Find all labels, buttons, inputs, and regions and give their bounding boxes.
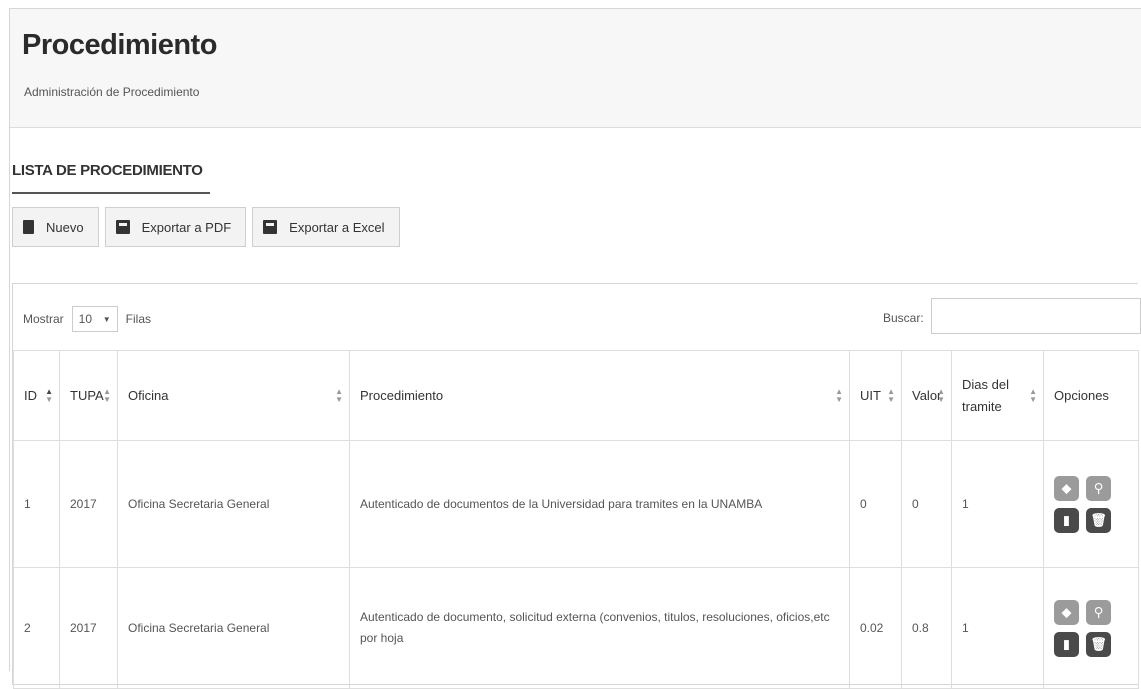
sort-icon: ▲ ▼: [335, 386, 343, 404]
column-label: ID: [24, 388, 37, 403]
sort-icon: ▲ ▼: [835, 386, 843, 404]
cell-dias: 1: [951, 567, 1044, 689]
rows-suffix: Filas: [125, 312, 152, 326]
search-button[interactable]: ⚲: [1086, 475, 1111, 501]
sort-icon: ▲ ▼: [103, 386, 111, 404]
column-header-procedimiento[interactable]: Procedimiento ▲ ▼: [349, 350, 850, 441]
sort-icon: ▲ ▼: [1029, 386, 1037, 404]
cell-procedimiento: Autenticado de documentos de la Universi…: [349, 440, 850, 568]
cell-procedimiento: Autenticado de documento, solicitud exte…: [349, 567, 850, 689]
tag-icon: ◆: [1061, 480, 1072, 496]
new-button-label: Nuevo: [46, 219, 84, 235]
page-subtitle: Administración de Procedimiento: [24, 85, 200, 99]
page-header: Procedimiento Administración de Procedim…: [10, 9, 1141, 128]
tag-icon: ◆: [1061, 604, 1072, 620]
table-row: 1 2017 Oficina Secretaria General Autent…: [13, 440, 1139, 568]
tag-button[interactable]: ◆: [1054, 599, 1079, 625]
cell-id: 2: [13, 567, 60, 689]
column-header-dias[interactable]: Dias del tramite ▲ ▼: [951, 350, 1044, 441]
sort-icon: ▲ ▼: [45, 386, 53, 404]
cell-tupa: 2017: [59, 440, 118, 568]
column-header-valor[interactable]: Valor ▲ ▼: [901, 350, 952, 441]
export-excel-button[interactable]: Exportar a Excel: [252, 207, 400, 247]
show-label: Mostrar: [23, 312, 64, 326]
cell-tupa: 2017: [59, 567, 118, 689]
table-row: 2 2017 Oficina Secretaria General Autent…: [13, 567, 1139, 689]
search-input[interactable]: [931, 298, 1141, 334]
row-actions: ◆ ⚲ ▮ 🗑: [1054, 599, 1128, 657]
row-actions: ◆ ⚲ ▮ 🗑: [1054, 475, 1128, 533]
rows-per-page-select[interactable]: 10 ▼: [71, 306, 118, 332]
rows-length-control: Mostrar 10 ▼ Filas: [23, 306, 151, 332]
file-icon: [115, 220, 130, 234]
new-button[interactable]: Nuevo: [12, 207, 99, 247]
trash-icon: 🗑: [1090, 636, 1107, 652]
sort-icon: ▲ ▼: [937, 386, 945, 404]
column-header-opciones: Opciones: [1043, 350, 1139, 441]
export-pdf-button[interactable]: Exportar a PDF: [104, 207, 247, 247]
table-panel: Mostrar 10 ▼ Filas Buscar: ID ▲ ▼ TUPA ▲ ▼: [12, 283, 1141, 689]
view-button[interactable]: ▮: [1054, 631, 1079, 657]
export-excel-label: Exportar a Excel: [289, 219, 385, 235]
column-label: Oficina: [128, 388, 169, 403]
column-header-id[interactable]: ID ▲ ▼: [13, 350, 60, 441]
cell-valor: 0: [901, 440, 952, 568]
rows-per-page-value: 10: [78, 312, 93, 326]
cell-opciones: ◆ ⚲ ▮ 🗑: [1043, 567, 1139, 689]
cell-valor: 0.8: [901, 567, 952, 689]
cell-id: 1: [13, 440, 60, 568]
export-pdf-label: Exportar a PDF: [141, 219, 232, 235]
tag-button[interactable]: ◆: [1054, 475, 1079, 501]
cell-dias: 1: [951, 440, 1044, 568]
delete-button[interactable]: 🗑: [1086, 631, 1111, 657]
column-label: UIT: [860, 388, 881, 403]
cell-uit: 0.02: [849, 567, 902, 689]
book-icon: [23, 220, 34, 234]
procedures-table: ID ▲ ▼ TUPA ▲ ▼ Oficina ▲ ▼ Procedimiento ▲…: [13, 350, 1139, 689]
search-label: Buscar:: [883, 311, 924, 325]
search-button[interactable]: ⚲: [1086, 599, 1111, 625]
book-icon: ▮: [1062, 512, 1071, 528]
cell-opciones: ◆ ⚲ ▮ 🗑: [1043, 440, 1139, 568]
column-header-oficina[interactable]: Oficina ▲ ▼: [117, 350, 350, 441]
toolbar: Nuevo Exportar a PDF Exportar a Excel: [12, 207, 406, 247]
view-button[interactable]: ▮: [1054, 507, 1079, 533]
column-header-tupa[interactable]: TUPA ▲ ▼: [59, 350, 118, 441]
cell-uit: 0: [849, 440, 902, 568]
column-label: Opciones: [1054, 388, 1109, 403]
column-label: TUPA: [70, 388, 104, 403]
column-header-uit[interactable]: UIT ▲ ▼: [849, 350, 902, 441]
caret-down-icon: ▼: [102, 314, 111, 324]
sort-icon: ▲ ▼: [887, 386, 895, 404]
search-icon: ⚲: [1093, 480, 1104, 496]
cell-oficina: Oficina Secretaria General: [117, 440, 350, 568]
delete-button[interactable]: 🗑: [1086, 507, 1111, 533]
file-icon: [263, 220, 278, 234]
search-icon: ⚲: [1093, 604, 1104, 620]
column-label: Dias del tramite: [962, 376, 1009, 414]
page-title: Procedimiento: [22, 29, 217, 61]
column-label: Procedimiento: [360, 388, 444, 403]
book-icon: ▮: [1062, 636, 1071, 652]
table-header-row: ID ▲ ▼ TUPA ▲ ▼ Oficina ▲ ▼ Procedimiento ▲…: [13, 350, 1139, 441]
section-underline: [12, 192, 210, 194]
section-title: LISTA DE PROCEDIMIENTO: [12, 162, 203, 179]
cell-oficina: Oficina Secretaria General: [117, 567, 350, 689]
trash-icon: 🗑: [1090, 512, 1107, 528]
